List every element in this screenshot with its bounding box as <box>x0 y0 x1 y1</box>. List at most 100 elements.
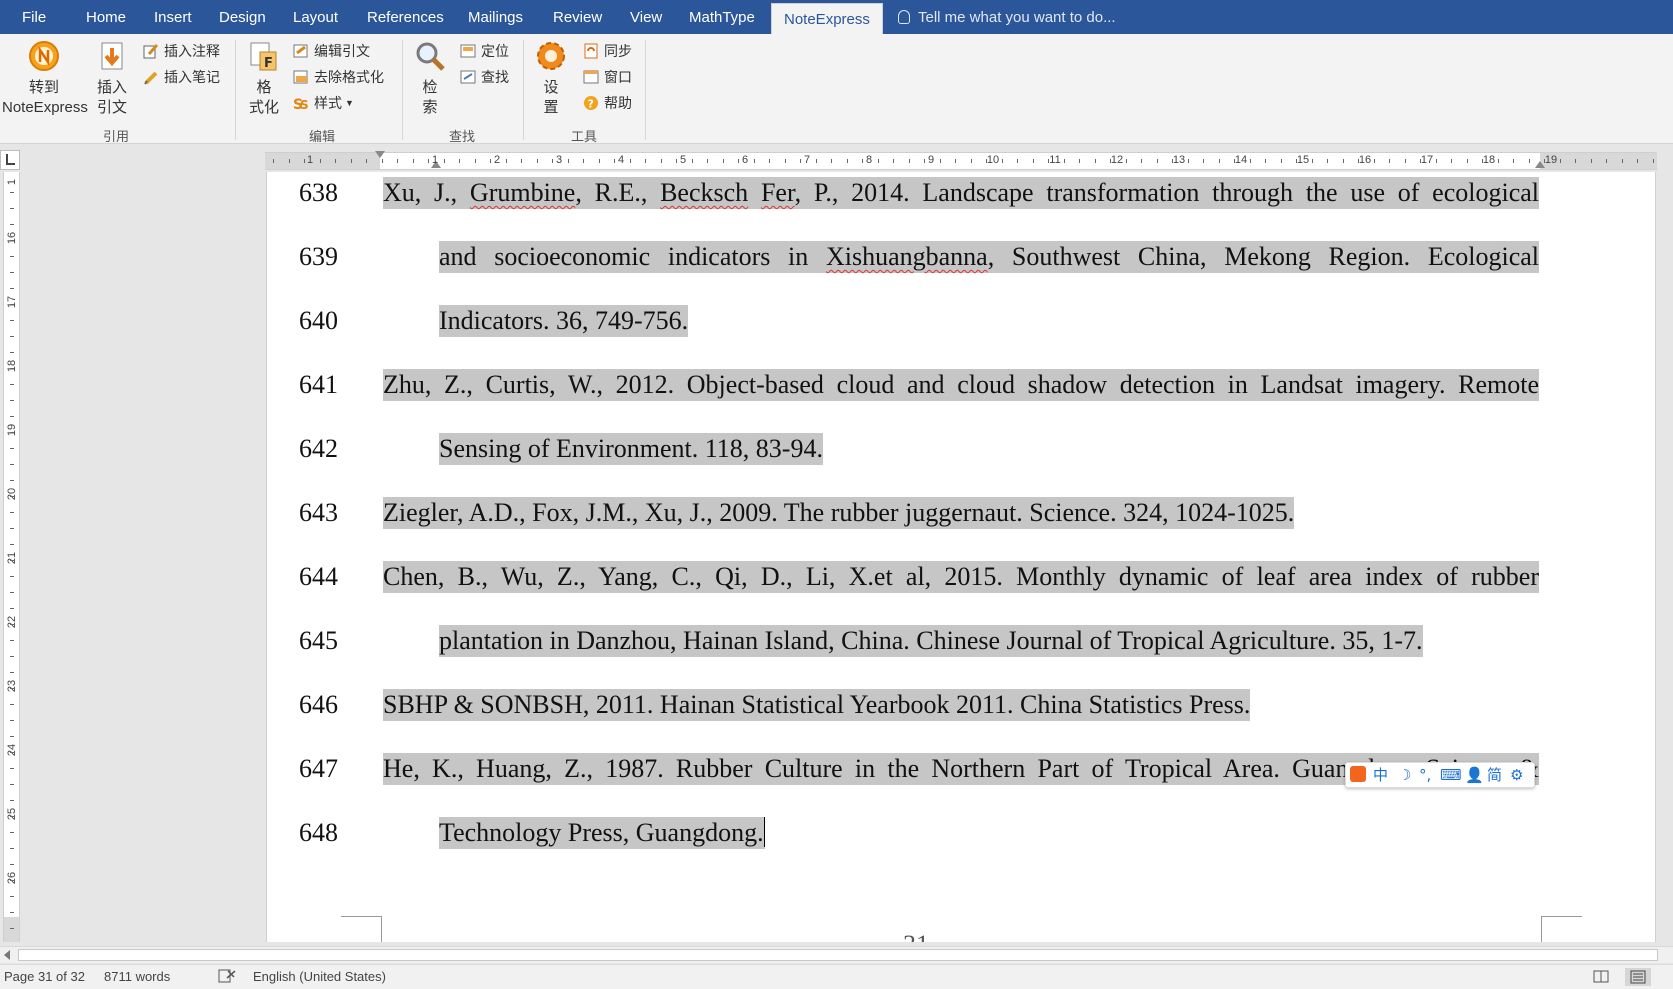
document-line[interactable]: 645 plantation in Danzhou, Hainan Island,… <box>267 625 1655 657</box>
tab-layout[interactable]: Layout <box>293 0 338 34</box>
ruler-number: 24 <box>6 743 18 757</box>
ruler-tick <box>304 159 305 163</box>
document-page[interactable]: 638 Xu, J., Grumbine, R.E., Becksch Fer, … <box>266 172 1656 942</box>
ime-simplified[interactable]: 简 <box>1487 765 1502 785</box>
first-line-indent-marker[interactable] <box>375 151 385 158</box>
help-button[interactable]: ? 帮助 <box>583 92 632 114</box>
edit-citation-button[interactable]: 编辑引文 <box>293 40 370 62</box>
insert-citation-button[interactable]: 插入 引文 <box>92 40 132 118</box>
ime-chinese-mode[interactable]: 中 <box>1373 765 1388 785</box>
reference-text[interactable]: Ziegler, A.D., Fox, J.M., Xu, J., 2009. … <box>383 497 1295 529</box>
lightbulb-icon <box>898 10 910 24</box>
word-count[interactable]: 8711 words <box>104 969 170 984</box>
ruler-tick <box>10 560 14 561</box>
keyboard-icon[interactable]: ⌨ <box>1440 765 1462 785</box>
horizontal-scrollbar[interactable] <box>0 946 1673 963</box>
settings-button[interactable]: 设 置 <box>534 40 568 118</box>
tab-file[interactable]: File <box>22 0 46 34</box>
read-mode-icon[interactable] <box>1588 968 1614 986</box>
tab-mathtype[interactable]: MathType <box>689 0 755 34</box>
document-line[interactable]: 641 Zhu, Z., Curtis, W., 2012. Object-bas… <box>267 369 1655 401</box>
reference-text[interactable]: plantation in Danzhou, Hainan Island, Ch… <box>439 625 1423 657</box>
scrollbar-thumb[interactable] <box>18 949 1658 961</box>
tab-stop-selector[interactable] <box>0 150 20 170</box>
document-line[interactable]: 648 Technology Press, Guangdong. <box>267 817 1655 849</box>
punctuation-icon[interactable]: °, <box>1419 765 1431 785</box>
line-number: 638 <box>299 178 338 207</box>
insert-memo-button[interactable]: 插入笔记 <box>143 66 220 88</box>
reference-text[interactable]: SBHP & SONBSH, 2011. Hainan Statistical … <box>383 689 1251 721</box>
lookup-button[interactable]: 查找 <box>460 66 509 88</box>
tab-home[interactable]: Home <box>86 0 126 34</box>
ruler-tick <box>645 159 646 163</box>
tell-me-search[interactable]: Tell me what you want to do... <box>898 0 1116 34</box>
tab-mailings[interactable]: Mailings <box>468 0 523 34</box>
remove-formatting-label: 去除格式化 <box>314 69 384 85</box>
pencil-icon <box>143 69 159 85</box>
tab-references[interactable]: References <box>367 0 444 34</box>
ruler-number: 20 <box>6 487 18 501</box>
line-number: 641 <box>299 370 338 399</box>
reference-text[interactable]: and socioeconomic indicators in Xishuang… <box>439 241 1539 273</box>
reference-text[interactable]: Technology Press, Guangdong. <box>439 817 766 849</box>
ime-toolbar[interactable]: 中 ☽ °, ⌨ 👤 简 ⚙ <box>1345 762 1535 788</box>
document-line[interactable]: 638 Xu, J., Grumbine, R.E., Becksch Fer, … <box>267 177 1655 209</box>
help-label: 帮助 <box>604 95 632 111</box>
ruler-tick <box>723 159 724 163</box>
locate-button[interactable]: 定位 <box>460 40 509 62</box>
insert-annotation-button[interactable]: 插入注释 <box>143 40 220 62</box>
goto-noteexpress-button[interactable]: 转到 NoteExpress <box>2 40 88 118</box>
tab-insert[interactable]: Insert <box>154 0 192 34</box>
vertical-ruler[interactable]: 1 16 17 18 19 20 21 22 23 24 25 26 <box>3 172 20 942</box>
ruler-tick <box>10 432 14 433</box>
user-icon[interactable]: 👤 <box>1465 765 1484 785</box>
document-line[interactable]: 639 and socioeconomic indicators in Xishu… <box>267 241 1655 273</box>
ruler-tick <box>1405 159 1406 163</box>
tab-noteexpress[interactable]: NoteExpress <box>771 3 883 34</box>
misspelled-word: Becksch <box>660 178 749 207</box>
reference-text[interactable]: Sensing of Environment. 118, 83-94. <box>439 433 823 465</box>
ruler-tick <box>1560 159 1561 163</box>
sync-button[interactable]: 同步 <box>583 40 632 62</box>
document-line[interactable]: 646 SBHP & SONBSH, 2011. Hainan Statistic… <box>267 689 1655 721</box>
horizontal-ruler[interactable]: 1 1 2 3 4 5 6 7 8 9 10 11 12 13 14 15 16 17 18 19 <box>265 151 1657 170</box>
language-indicator[interactable]: English (United States) <box>253 969 386 984</box>
tab-review[interactable]: Review <box>553 0 602 34</box>
reference-text[interactable]: Xu, J., Grumbine, R.E., Becksch Fer, P.,… <box>383 177 1539 209</box>
print-layout-icon[interactable] <box>1625 968 1651 986</box>
chevron-down-icon: ▼ <box>345 98 354 108</box>
ruler-number: 9 <box>927 154 935 166</box>
text-run: , Southwest China, Mekong Region. Ecolog… <box>987 242 1539 271</box>
tab-view[interactable]: View <box>630 0 662 34</box>
crop-mark <box>341 916 382 942</box>
ruler-tick <box>10 752 14 753</box>
format-bibliography-button[interactable]: F 格 式化 <box>246 40 282 118</box>
document-line[interactable]: 642 Sensing of Environment. 118, 83-94. <box>267 433 1655 465</box>
scroll-left-arrow-icon[interactable] <box>4 950 10 960</box>
ruler-tick <box>10 352 14 353</box>
reference-text[interactable]: Zhu, Z., Curtis, W., 2012. Object-based … <box>383 369 1539 401</box>
ruler-tick <box>10 544 14 545</box>
search-button[interactable]: 检 索 <box>413 40 447 118</box>
ruler-tick <box>971 159 972 163</box>
document-line[interactable]: 643 Ziegler, A.D., Fox, J.M., Xu, J., 200… <box>267 497 1655 529</box>
remove-formatting-button[interactable]: 去除格式化 <box>293 66 384 88</box>
ruler-number: 6 <box>741 154 749 166</box>
insert-citation-line2: 引文 <box>96 99 127 116</box>
style-dropdown[interactable]: S S 样式 ▼ <box>293 92 354 114</box>
window-button[interactable]: 窗口 <box>583 66 632 88</box>
tab-design[interactable]: Design <box>219 0 266 34</box>
ruler-tick <box>1188 159 1189 163</box>
ruler-tick <box>10 784 14 785</box>
ruler-tick <box>1064 159 1065 163</box>
document-line[interactable]: 640 Indicators. 36, 749-756. <box>267 305 1655 337</box>
page-count[interactable]: Page 31 of 32 <box>4 969 85 984</box>
moon-icon[interactable]: ☽ <box>1398 765 1411 785</box>
reference-text[interactable]: Indicators. 36, 749-756. <box>439 305 689 337</box>
misspelled-word: Xishuangbanna <box>825 242 988 271</box>
proofing-icon[interactable] <box>218 968 236 987</box>
document-line[interactable]: 644 Chen, B., Wu, Z., Yang, C., Qi, D., L… <box>267 561 1655 593</box>
ruler-tick <box>521 159 522 163</box>
ime-settings-gear-icon[interactable]: ⚙ <box>1510 765 1523 785</box>
reference-text[interactable]: Chen, B., Wu, Z., Yang, C., Qi, D., Li, … <box>383 561 1539 593</box>
